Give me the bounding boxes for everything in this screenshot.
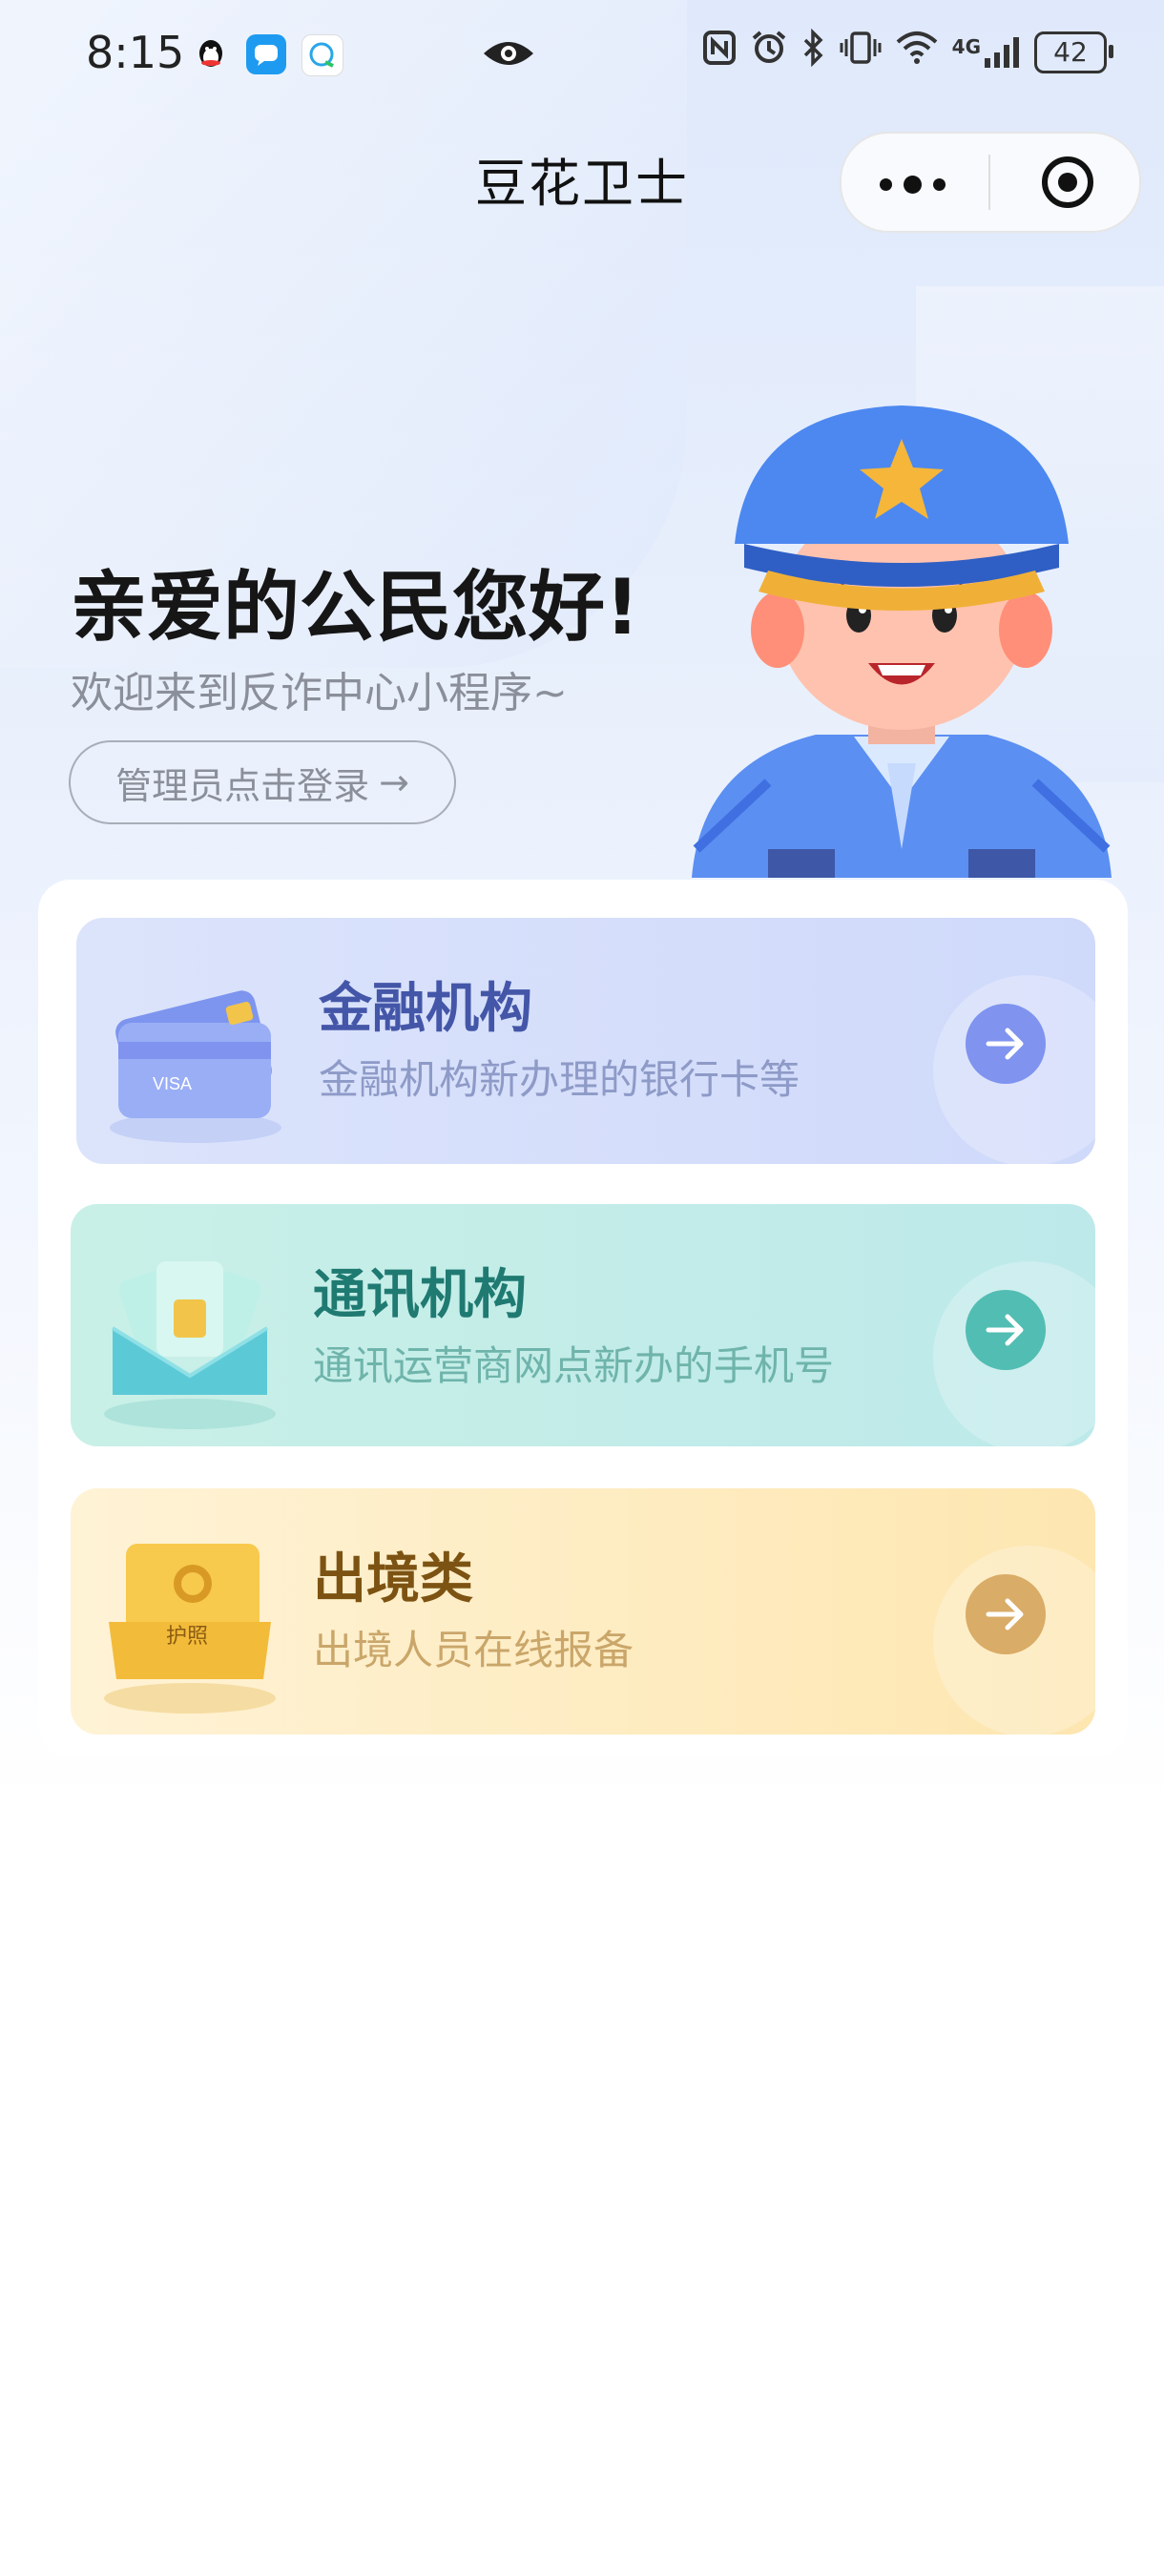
svg-text:VISA: VISA xyxy=(153,1074,192,1093)
more-icon xyxy=(880,178,892,191)
eye-icon xyxy=(482,36,535,74)
bluetooth-icon xyxy=(801,28,826,75)
battery-icon: 42 xyxy=(1034,31,1113,73)
arrow-right-icon xyxy=(986,1314,1024,1346)
wifi-icon xyxy=(895,31,939,73)
card-title: 金融机构 xyxy=(319,978,532,1040)
admin-login-button[interactable]: 管理员点击登录 → xyxy=(69,740,456,824)
alarm-icon xyxy=(750,29,788,75)
nfc-icon xyxy=(702,30,737,74)
arrow-right-icon xyxy=(986,1598,1024,1631)
card-title: 通讯机构 xyxy=(313,1264,527,1326)
more-menu-button[interactable] xyxy=(880,176,946,194)
network-type: 4G xyxy=(951,34,981,58)
sim-card-icon xyxy=(99,1233,281,1433)
signal-icon: 4G xyxy=(952,35,1021,70)
greeting-heading: 亲爱的公民您好! xyxy=(71,563,640,652)
card-title: 出境类 xyxy=(313,1548,473,1610)
close-program-button[interactable] xyxy=(1042,156,1093,208)
passport-label: 护照 xyxy=(166,1625,208,1649)
message-icon xyxy=(246,34,286,74)
telecom-arrow-button[interactable] xyxy=(966,1290,1046,1370)
arrow-right-icon xyxy=(986,1028,1024,1060)
qq-icon xyxy=(191,34,231,74)
finance-arrow-button[interactable] xyxy=(966,1004,1046,1084)
card-description: 金融机构新办理的银行卡等 xyxy=(319,1056,800,1103)
status-bar: 8:15 4G 42 xyxy=(0,0,1164,114)
chat-icon xyxy=(301,34,343,76)
exit-arrow-button[interactable] xyxy=(966,1574,1046,1654)
telecom-institution-card[interactable]: 通讯机构 通讯运营商网点新办的手机号 xyxy=(71,1204,1095,1446)
card-description: 出境人员在线报备 xyxy=(313,1627,634,1673)
card-description: 通讯运营商网点新办的手机号 xyxy=(313,1342,835,1389)
passport-icon: 护照 xyxy=(99,1517,281,1717)
mini-program-capsule xyxy=(840,132,1141,233)
arrow-right-icon: → xyxy=(379,761,409,803)
exit-registration-card[interactable]: 护照 出境类 出境人员在线报备 xyxy=(71,1488,1095,1735)
capsule-divider xyxy=(988,155,990,210)
vibrate-icon xyxy=(840,30,882,74)
finance-institution-card[interactable]: VISA 金融机构 金融机构新办理的银行卡等 xyxy=(76,918,1095,1164)
status-time: 8:15 xyxy=(86,27,185,78)
welcome-subtitle: 欢迎来到反诈中心小程序~ xyxy=(71,669,568,717)
police-mascot-illustration xyxy=(682,401,1121,878)
admin-login-label: 管理员点击登录 xyxy=(115,764,370,807)
bank-card-icon: VISA xyxy=(105,946,286,1147)
